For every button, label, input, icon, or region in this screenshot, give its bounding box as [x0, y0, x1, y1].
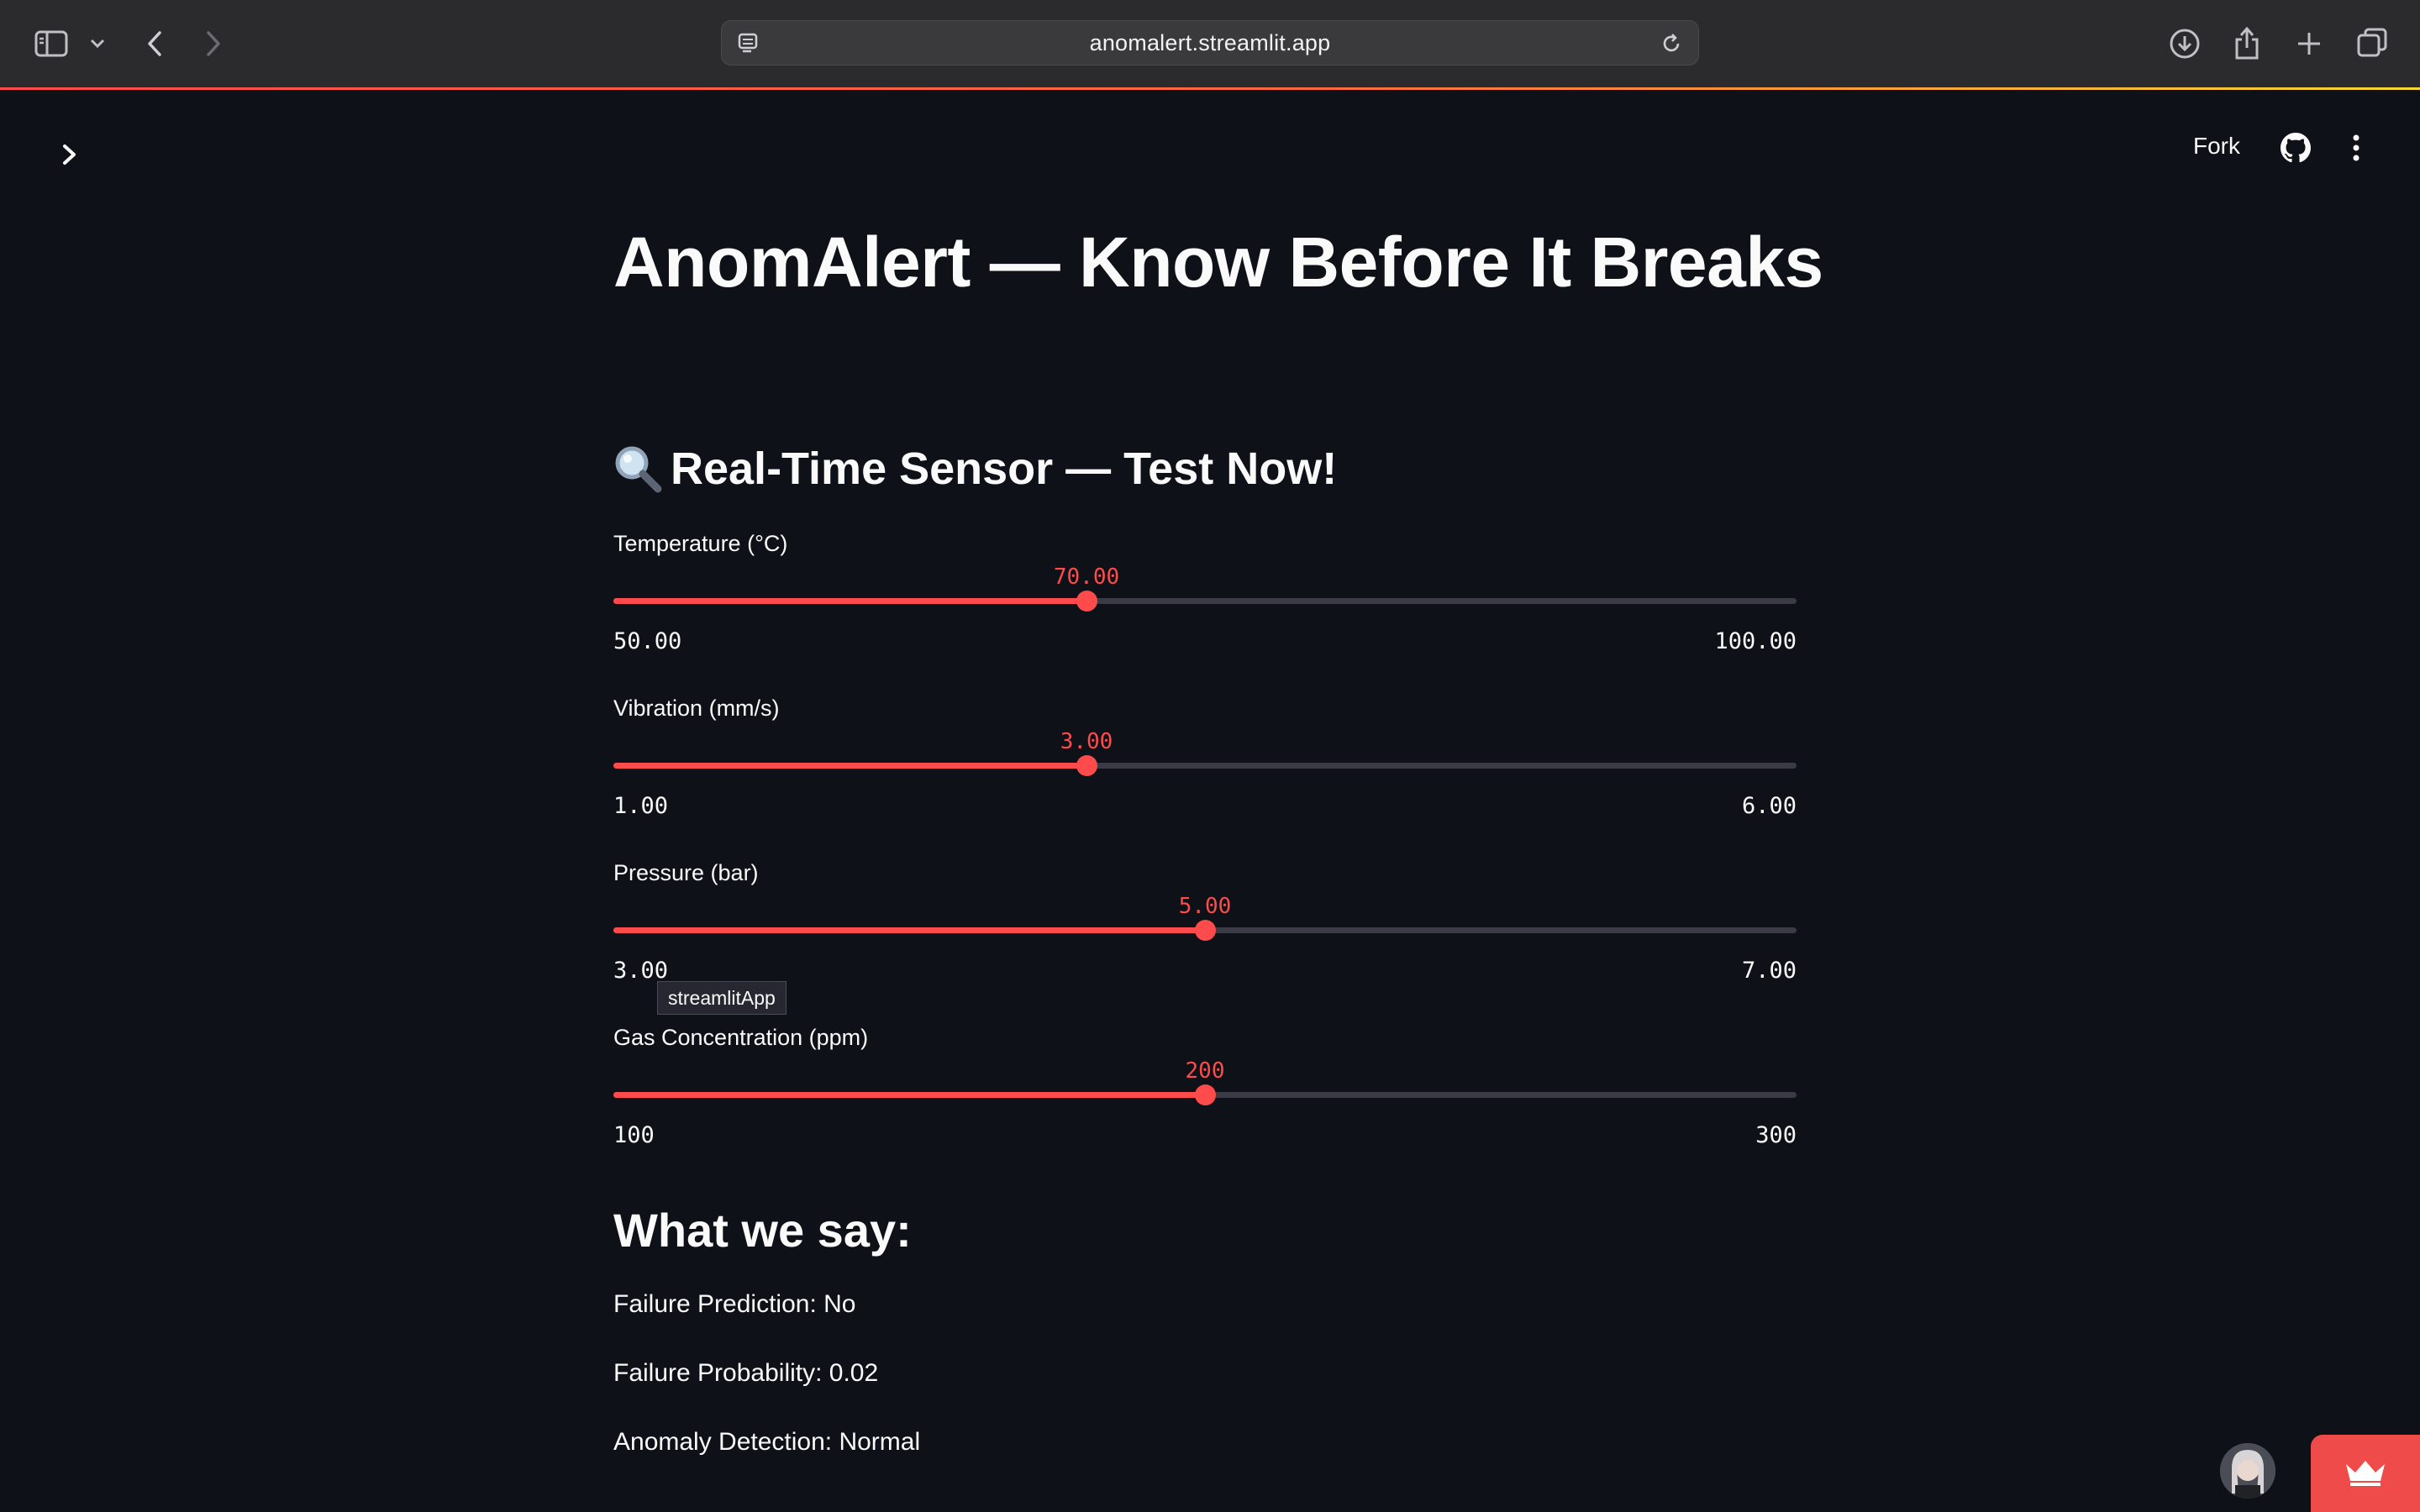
slider-min: 100: [613, 1122, 655, 1148]
page-title: AnomAlert — Know Before It Breaks: [613, 223, 1823, 302]
pressure-slider[interactable]: Pressure (bar) 5.00 3.00 7.00: [613, 860, 1797, 1011]
slider-thumb[interactable]: [1195, 1084, 1216, 1105]
slider-label: Vibration (mm/s): [613, 696, 780, 721]
slider-min: 3.00: [613, 958, 669, 984]
slider-value: 70.00: [1053, 564, 1120, 590]
crown-icon: [2344, 1457, 2387, 1490]
download-icon[interactable]: [2168, 25, 2202, 62]
streamlit-crown-badge[interactable]: [2311, 1435, 2420, 1512]
section-title: Real-Time Sensor — Test Now!: [613, 437, 1337, 501]
tab-overview-icon[interactable]: [2354, 25, 2390, 60]
anomaly-detection-text: Anomaly Detection: Normal: [613, 1428, 921, 1456]
magnifying-glass-icon: [613, 444, 662, 493]
slider-fill: [613, 598, 1086, 604]
slider-min: 1.00: [613, 793, 669, 819]
failure-prediction-text: Failure Prediction: No: [613, 1290, 856, 1318]
tooltip: streamlitApp: [657, 981, 786, 1015]
reload-icon[interactable]: [1660, 32, 1683, 60]
forward-arrow-icon[interactable]: [198, 27, 229, 60]
share-icon[interactable]: [2230, 24, 2264, 62]
slider-track[interactable]: [613, 920, 1797, 941]
slider-max: 6.00: [1741, 793, 1797, 819]
vibration-slider[interactable]: Vibration (mm/s) 3.00 1.00 6.00: [613, 696, 1797, 847]
slider-thumb[interactable]: [1076, 755, 1097, 776]
slider-fill: [613, 763, 1086, 769]
address-bar[interactable]: anomalert.streamlit.app: [721, 20, 1699, 66]
slider-value: 5.00: [1178, 894, 1232, 919]
results-title: What we say:: [613, 1204, 912, 1257]
slider-max: 100.00: [1714, 628, 1797, 654]
browser-toolbar: anomalert.streamlit.app: [0, 0, 2420, 89]
temperature-slider[interactable]: Temperature (°C) 70.00 50.00 100.00: [613, 531, 1797, 682]
slider-max: 300: [1755, 1122, 1797, 1148]
slider-value: 200: [1185, 1058, 1225, 1084]
slider-value: 3.00: [1060, 729, 1113, 754]
slider-fill: [613, 1092, 1205, 1098]
back-arrow-icon[interactable]: [139, 27, 170, 60]
slider-track[interactable]: [613, 755, 1797, 776]
slider-label: Temperature (°C): [613, 531, 788, 556]
slider-label: Gas Concentration (ppm): [613, 1025, 869, 1050]
slider-track[interactable]: [613, 591, 1797, 612]
expand-sidebar-icon[interactable]: [57, 138, 84, 171]
slider-label: Pressure (bar): [613, 860, 759, 885]
chevron-down-icon[interactable]: [87, 34, 108, 54]
sidebar-toggle-icon[interactable]: [32, 27, 71, 60]
slider-thumb[interactable]: [1076, 591, 1097, 612]
user-avatar[interactable]: [2220, 1443, 2275, 1499]
slider-min: 50.00: [613, 628, 682, 654]
slider-thumb[interactable]: [1195, 920, 1216, 941]
failure-probability-text: Failure Probability: 0.02: [613, 1359, 879, 1387]
section-title-text: Real-Time Sensor — Test Now!: [671, 444, 1338, 494]
gas-concentration-slider[interactable]: Gas Concentration (ppm) 200 100 300: [613, 1025, 1797, 1176]
streamlit-loading-bar: [0, 87, 2420, 90]
slider-max: 7.00: [1741, 958, 1797, 984]
fork-button[interactable]: Fork: [2193, 133, 2240, 160]
url-text[interactable]: anomalert.streamlit.app: [722, 21, 1698, 65]
main-menu-icon[interactable]: [2343, 133, 2370, 163]
new-tab-icon[interactable]: [2292, 27, 2326, 60]
slider-track[interactable]: [613, 1084, 1797, 1105]
github-icon[interactable]: [2281, 133, 2311, 163]
slider-fill: [613, 927, 1205, 933]
